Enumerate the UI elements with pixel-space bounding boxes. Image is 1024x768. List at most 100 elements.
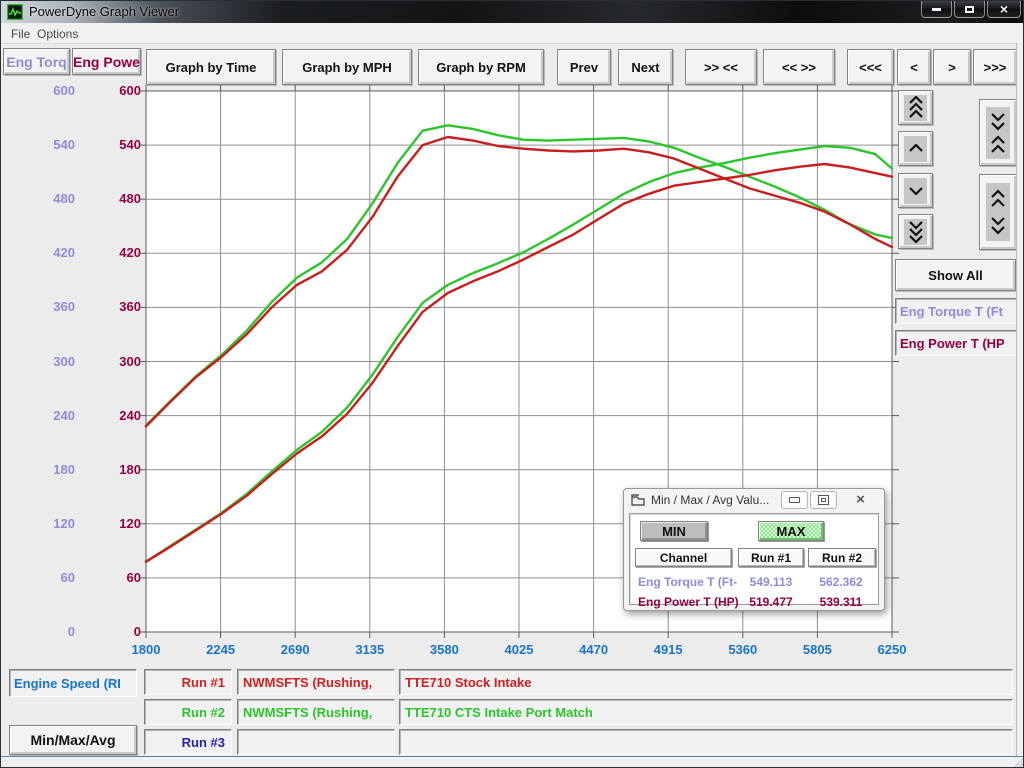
chevrons-up-triple-icon xyxy=(904,95,927,121)
power-axis-tick-420: 420 xyxy=(83,245,141,261)
power-axis-tick-0: 0 xyxy=(83,624,141,640)
run1-file-box: NWMSFTS (Rushing, xyxy=(237,669,395,695)
power-legend-box[interactable]: Eng Power T (HP xyxy=(895,330,1022,356)
zoom-in-x-button[interactable]: >> << xyxy=(685,49,757,85)
rpm-axis-tick-5360: 5360 xyxy=(711,642,775,658)
run3-label-box: Run #3 xyxy=(144,729,232,755)
scroll-up-button[interactable] xyxy=(898,131,933,166)
scroll-right-fast-button[interactable]: >>> xyxy=(973,49,1017,85)
run3-description-box xyxy=(399,729,1013,755)
torque-axis-tick-420: 420 xyxy=(17,245,75,261)
power-axis-tick-480: 480 xyxy=(83,191,141,207)
run3-file-box xyxy=(237,729,395,755)
graph-by-rpm-button[interactable]: Graph by RPM xyxy=(418,49,544,85)
torque-axis-tick-480: 480 xyxy=(17,191,75,207)
close-icon: × xyxy=(856,494,865,506)
zoom-in-vertical-button[interactable] xyxy=(979,99,1017,166)
window-title: PowerDyne Graph Viewer xyxy=(29,4,179,19)
rpm-axis-tick-3135: 3135 xyxy=(338,642,402,658)
graph-by-mph-button[interactable]: Graph by MPH xyxy=(282,49,412,85)
torque-axis-tick-180: 180 xyxy=(17,462,75,478)
torque-channel-button[interactable]: Eng Torq xyxy=(3,48,70,75)
channel-column-header[interactable]: Channel xyxy=(635,548,732,567)
chevron-up-icon xyxy=(904,136,927,162)
minmax-title-bar[interactable]: Min / Max / Avg Valu... × xyxy=(624,489,884,511)
rpm-axis-tick-5805: 5805 xyxy=(785,642,849,658)
run1-column-header[interactable]: Run #1 xyxy=(738,548,804,567)
minmax-body: MIN MAX Channel Run #1 Run #2 Eng Torque… xyxy=(629,513,879,605)
power-axis-tick-360: 360 xyxy=(83,299,141,315)
power-axis-tick-300: 300 xyxy=(83,354,141,370)
power-channel-button[interactable]: Eng Powe xyxy=(72,48,141,75)
run2-description-box: TTE710 CTS Intake Port Match xyxy=(399,699,1013,725)
powerdyne-window: PowerDyne Graph Viewer × File Options En… xyxy=(0,0,1024,768)
rpm-axis-tick-6250: 6250 xyxy=(860,642,924,658)
run2-column-header[interactable]: Run #2 xyxy=(808,548,876,567)
chevrons-diverge-icon xyxy=(986,183,1010,241)
minimize-icon xyxy=(932,8,941,11)
x-channel-box[interactable]: Engine Speed (RI xyxy=(9,669,137,697)
min-max-avg-button[interactable]: Min/Max/Avg xyxy=(9,725,137,755)
torque-axis-tick-240: 240 xyxy=(17,408,75,424)
minimize-icon xyxy=(789,497,800,503)
torque-legend-box[interactable]: Eng Torque T (Ft xyxy=(895,298,1022,324)
minimize-button[interactable] xyxy=(921,1,952,18)
minmax-close-button[interactable]: × xyxy=(847,491,874,509)
minmax-window-icon xyxy=(631,494,645,506)
rpm-axis-tick-4915: 4915 xyxy=(636,642,700,658)
minmax-window-title: Min / Max / Avg Valu... xyxy=(651,493,779,507)
next-button[interactable]: Next xyxy=(618,49,673,85)
scroll-left-button[interactable]: < xyxy=(897,49,931,85)
minmax-restore-button[interactable] xyxy=(810,491,837,509)
torque-axis-tick-120: 120 xyxy=(17,516,75,532)
scroll-right-button[interactable]: > xyxy=(933,49,971,85)
scroll-down-fast-button[interactable] xyxy=(898,214,933,249)
chevron-down-icon xyxy=(904,178,927,204)
torque-run1-max: 549.113 xyxy=(738,575,804,589)
maximize-button[interactable] xyxy=(954,1,985,18)
zoom-out-x-button[interactable]: << >> xyxy=(763,49,835,85)
rpm-axis-tick-1800: 1800 xyxy=(114,642,178,658)
menu-options[interactable]: Options xyxy=(31,25,84,43)
scroll-down-button[interactable] xyxy=(898,173,933,208)
torque-axis-tick-60: 60 xyxy=(17,570,75,586)
torque-axis-tick-600: 600 xyxy=(17,83,75,99)
scroll-left-fast-button[interactable]: <<< xyxy=(847,49,894,85)
prev-button[interactable]: Prev xyxy=(557,49,611,85)
rpm-axis-tick-2245: 2245 xyxy=(189,642,253,658)
power-axis-tick-60: 60 xyxy=(83,570,141,586)
resize-grip[interactable] xyxy=(1012,757,1024,768)
window-bottom-border xyxy=(1,756,1024,768)
minmax-minimize-button[interactable] xyxy=(781,491,808,509)
power-axis-tick-600: 600 xyxy=(83,83,141,99)
show-all-button[interactable]: Show All xyxy=(895,259,1016,291)
run1-description-box: TTE710 Stock Intake xyxy=(399,669,1013,695)
close-button[interactable]: × xyxy=(987,1,1021,18)
power-axis-tick-120: 120 xyxy=(83,516,141,532)
max-toggle-button[interactable]: MAX xyxy=(758,521,824,541)
chevrons-down-triple-icon xyxy=(904,219,927,245)
app-icon xyxy=(7,4,23,20)
graph-by-time-button[interactable]: Graph by Time xyxy=(146,49,276,85)
torque-axis-tick-300: 300 xyxy=(17,354,75,370)
min-toggle-button[interactable]: MIN xyxy=(640,521,708,541)
close-icon: × xyxy=(1000,4,1008,14)
title-bar[interactable]: PowerDyne Graph Viewer × xyxy=(1,1,1024,23)
menu-bar: File Options xyxy=(1,23,1024,44)
rpm-axis-tick-4470: 4470 xyxy=(562,642,626,658)
run1-label-box: Run #1 xyxy=(144,669,232,695)
rpm-axis-tick-2690: 2690 xyxy=(263,642,327,658)
power-axis-tick-240: 240 xyxy=(83,408,141,424)
chevrons-converge-icon xyxy=(986,107,1010,159)
zoom-out-vertical-button[interactable] xyxy=(979,174,1017,250)
minmax-window[interactable]: Min / Max / Avg Valu... × MIN MAX Channe… xyxy=(623,488,885,611)
window-right-border xyxy=(1016,43,1024,756)
rpm-axis-tick-3580: 3580 xyxy=(412,642,476,658)
power-axis-tick-180: 180 xyxy=(83,462,141,478)
rpm-axis-tick-4025: 4025 xyxy=(487,642,551,658)
scroll-up-fast-button[interactable] xyxy=(898,90,933,125)
torque-axis-tick-0: 0 xyxy=(17,624,75,640)
run2-label-box: Run #2 xyxy=(144,699,232,725)
power-run1-max: 519.477 xyxy=(738,595,804,609)
power-run2-max: 539.311 xyxy=(808,595,874,609)
